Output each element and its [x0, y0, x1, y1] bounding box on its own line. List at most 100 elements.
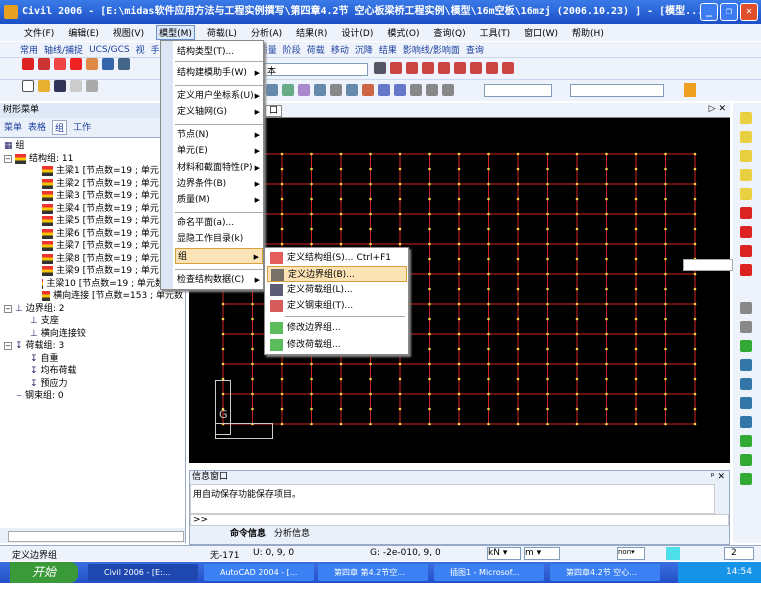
menu-10[interactable]: 工具(T)	[478, 26, 513, 39]
force-unit-select[interactable]: kN ▾	[487, 547, 521, 560]
menu-1[interactable]: 编辑(E)	[66, 26, 101, 39]
taskbar-task-4[interactable]: 第四章4.2节 空心...	[550, 564, 660, 581]
toolbar-tab-12[interactable]: 沉降	[355, 43, 373, 56]
model-menu-item-9[interactable]: 命名平面(a)...	[175, 215, 263, 231]
tree-item[interactable]: ↧ 均布荷载	[2, 365, 183, 378]
panel-tab-1[interactable]: 表格	[28, 120, 46, 135]
selection-combo-1[interactable]	[484, 84, 552, 97]
minimize-button[interactable]: _	[700, 3, 718, 21]
model-menu-item-10[interactable]: 显隐工作目录(k)	[175, 231, 263, 247]
menu-12[interactable]: 帮助(H)	[570, 26, 606, 39]
group-submenu-item-0[interactable]: 定义结构组(S)... Ctrl+F1	[267, 250, 407, 266]
tree-item[interactable]: 主梁2 [节点数=19 ; 单元	[2, 178, 183, 191]
tree-structure-group[interactable]: − 结构组: 11	[2, 153, 183, 166]
tree-item[interactable]: 主梁1 [节点数=19 ; 单元	[2, 165, 183, 178]
menu-2[interactable]: 视图(V)	[111, 26, 146, 39]
toolbar-icons[interactable]	[20, 58, 132, 70]
tree-boundary-group[interactable]: − ⊥ 边界组: 2	[2, 303, 183, 316]
tree-item[interactable]: 主梁5 [节点数=19 ; 单元	[2, 215, 183, 228]
tree-item[interactable]: 主梁6 [节点数=19 ; 单元	[2, 228, 183, 241]
tab-command-info[interactable]: 命令信息	[230, 526, 266, 539]
model-menu-item-2[interactable]: 定义用户坐标系(U) ▶	[175, 88, 263, 104]
toolbar-tab-9[interactable]: 阶段	[283, 43, 301, 56]
toolbar-tab-0[interactable]: 常用	[20, 43, 38, 56]
model-menu-item-0[interactable]: 结构类型(T)...	[175, 44, 263, 60]
menu-9[interactable]: 查询(Q)	[431, 26, 467, 39]
collapse-icon[interactable]: −	[4, 154, 12, 163]
taskbar-task-3[interactable]: 插图1 - Microsof...	[434, 564, 544, 581]
tree-item[interactable]: ⊥ 支座	[2, 315, 183, 328]
tree-item[interactable]: 主梁7 [节点数=19 ; 单元	[2, 240, 183, 253]
menu-5[interactable]: 分析(A)	[249, 26, 284, 39]
toolbar-tab-11[interactable]: 移动	[331, 43, 349, 56]
tree-tendon-group[interactable]: ⌣ 钢束组: 0	[2, 390, 183, 403]
model-menu-item-11[interactable]: 组 ▶	[175, 248, 263, 264]
model-menu-item-12[interactable]: 检查结构数据(C) ▶	[175, 272, 263, 288]
view-combo[interactable]: 本	[264, 63, 368, 77]
tab-analysis-info[interactable]: 分析信息	[274, 526, 310, 539]
menu-7[interactable]: 设计(D)	[339, 26, 375, 39]
group-submenu-item-2[interactable]: 定义荷载组(L)...	[267, 282, 407, 298]
toolbar-tab-15[interactable]: 查询	[466, 43, 484, 56]
view-toolbar[interactable]	[264, 84, 456, 96]
toolbar-tab-10[interactable]: 荷载	[307, 43, 325, 56]
close-button[interactable]: ✕	[740, 3, 758, 21]
model-menu-item-5[interactable]: 单元(E) ▶	[175, 143, 263, 159]
selection-combo-2[interactable]	[570, 84, 664, 97]
panel-tab-0[interactable]: 菜单	[4, 120, 22, 135]
group-submenu-item-3[interactable]: 定义钢束组(T)...	[267, 298, 407, 314]
tree-item[interactable]: ⊥ 横向连接铰	[2, 328, 183, 341]
model-menu-item-6[interactable]: 材料和截面特性(P) ▶	[175, 160, 263, 176]
toolbar-icons-2[interactable]	[372, 62, 516, 74]
toolbar-tab-3[interactable]: 视	[136, 43, 145, 56]
taskbar-task-0[interactable]: Civil 2006 - [E:...	[88, 564, 198, 581]
status-combo[interactable]: non▾	[617, 547, 645, 560]
panel-tab-2[interactable]: 组	[52, 120, 68, 135]
group-submenu-item-4[interactable]: 修改边界组...	[267, 320, 407, 336]
floating-toolbar[interactable]	[683, 259, 733, 271]
menu-11[interactable]: 窗口(W)	[522, 26, 560, 39]
menu-0[interactable]: 文件(F)	[22, 26, 56, 39]
toolbar-tab-2[interactable]: UCS/GCS	[89, 45, 130, 55]
model-menu-item-3[interactable]: 定义轴网(G) ▶	[175, 104, 263, 120]
start-button[interactable]: 开始	[10, 562, 78, 583]
model-menu-item-1[interactable]: 结构建模助手(W) ▶	[175, 65, 263, 81]
file-toolbar[interactable]	[20, 80, 100, 92]
model-menu-item-4[interactable]: 节点(N) ▶	[175, 127, 263, 143]
collapse-icon[interactable]: −	[4, 342, 12, 351]
model-view-tab[interactable]: 口	[265, 105, 283, 117]
length-unit-select[interactable]: m ▾	[524, 547, 560, 560]
maximize-button[interactable]: ❐	[720, 3, 738, 21]
menu-4[interactable]: 荷载(L)	[205, 26, 239, 39]
panel-tab-3[interactable]: 工作	[73, 120, 91, 135]
tree-item[interactable]: 主梁3 [节点数=19 ; 单元	[2, 190, 183, 203]
menu-8[interactable]: 模式(O)	[385, 26, 421, 39]
tree-item[interactable]: 主梁10 [节点数=19 ; 单元数=18	[2, 278, 183, 291]
menu-6[interactable]: 结果(R)	[294, 26, 329, 39]
model-menu-item-7[interactable]: 边界条件(B) ▶	[175, 176, 263, 192]
canvas-nav-arrows[interactable]: ▷ ✕	[709, 104, 726, 114]
group-submenu-item-5[interactable]: 修改荷载组...	[267, 337, 407, 353]
menu-3[interactable]: 模型(M)	[156, 25, 195, 40]
tree-item[interactable]: ↧ 自重	[2, 353, 183, 366]
tree-root[interactable]: ▦ 组	[2, 140, 183, 153]
tree-item[interactable]: 主梁4 [节点数=19 ; 单元	[2, 203, 183, 216]
info-close-icon[interactable]: ᵖ ✕	[711, 472, 725, 482]
model-menu-item-8[interactable]: 质量(M) ▶	[175, 192, 263, 208]
tree-item[interactable]: ↧ 预应力	[2, 378, 183, 391]
tree-load-group[interactable]: − ↧ 荷载组: 3	[2, 340, 183, 353]
lock-icon[interactable]	[684, 83, 696, 97]
right-toolbar[interactable]	[733, 103, 761, 543]
page-input[interactable]: 2	[724, 547, 754, 560]
toolbar-tab-1[interactable]: 轴线/捕捉	[44, 43, 83, 56]
tree-horizontal-scrollbar[interactable]	[8, 531, 184, 542]
group-submenu-item-1[interactable]: 定义边界组(B)...	[267, 266, 407, 282]
toolbar-tab-13[interactable]: 结果	[379, 43, 397, 56]
tree-item[interactable]: 主梁9 [节点数=19 ; 单元	[2, 265, 183, 278]
collapse-icon[interactable]: −	[4, 304, 12, 313]
tree-item[interactable]: 主梁8 [节点数=19 ; 单元	[2, 253, 183, 266]
taskbar-task-1[interactable]: AutoCAD 2004 - [...	[204, 564, 314, 581]
toolbar-tab-14[interactable]: 影响线/影响面	[403, 43, 460, 56]
command-input[interactable]: >>	[190, 514, 729, 526]
right-tool-icons[interactable]	[733, 103, 761, 489]
